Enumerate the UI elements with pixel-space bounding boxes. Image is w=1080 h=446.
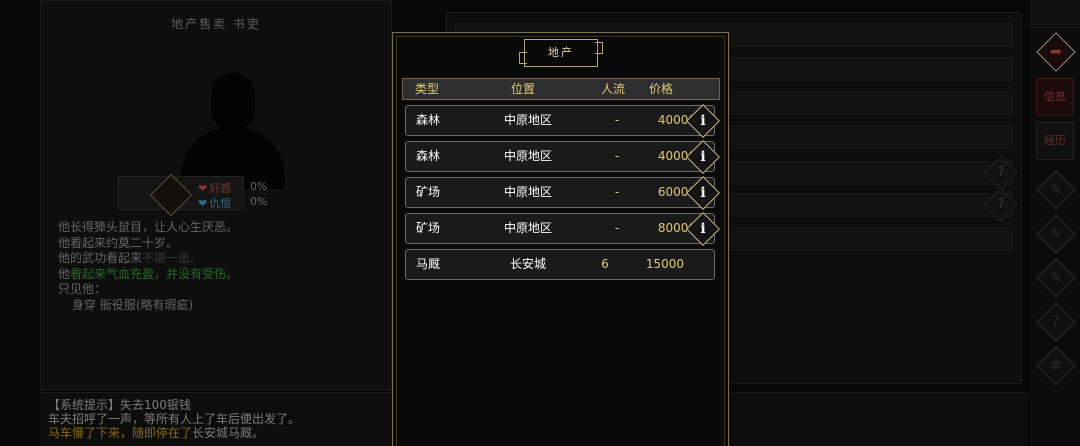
table-row[interactable]: 森林 中原地区 - 40000 i	[405, 140, 720, 174]
property-dialog: 地产 类型 位置 人流 价格 森林 中原地区 - 40000 i 森林 中原地区…	[392, 32, 729, 446]
table-row[interactable]: 矿场 中原地区 - 80000 i	[405, 212, 720, 246]
column-traffic: 人流	[601, 82, 626, 96]
column-location: 位置	[511, 82, 536, 96]
column-price: 价格	[649, 82, 674, 96]
dialog-title: 地产	[519, 39, 603, 67]
table-row[interactable]: 矿场 中原地区 - 60000 i	[405, 176, 720, 210]
table-row[interactable]: 马厩 长安城 6 15000	[405, 249, 715, 280]
column-type: 类型	[415, 82, 440, 96]
table-header: 类型 位置 人流 价格	[402, 78, 720, 100]
table-row[interactable]: 森林 中原地区 - 40000 i	[405, 104, 720, 138]
